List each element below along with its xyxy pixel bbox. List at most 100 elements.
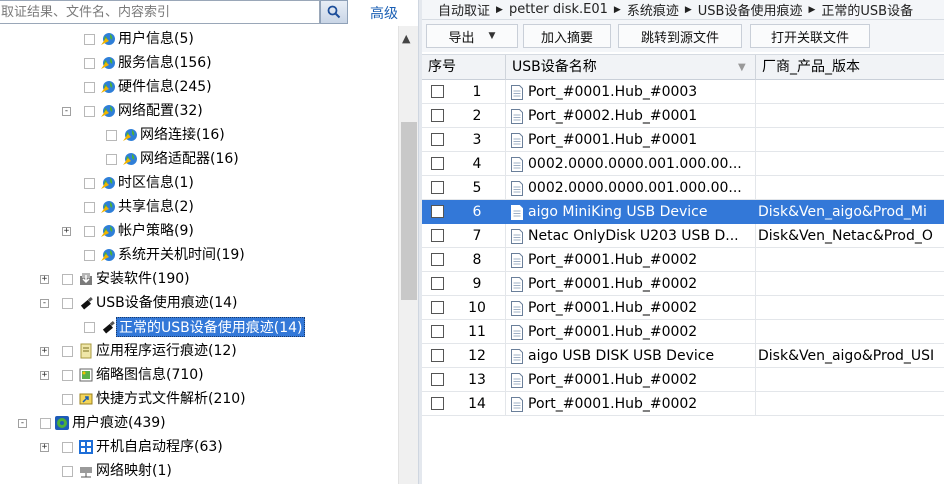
- expand-icon[interactable]: +: [40, 443, 49, 452]
- tree-checkbox[interactable]: [84, 202, 95, 213]
- tree-node[interactable]: 服务信息(156): [0, 52, 398, 74]
- open-related-file-button[interactable]: 打开关联文件: [750, 24, 870, 48]
- table-row[interactable]: 14 Port_#0001.Hub_#0002: [422, 392, 944, 416]
- search-button[interactable]: [320, 0, 348, 24]
- tree-checkbox[interactable]: [84, 226, 95, 237]
- expand-icon[interactable]: +: [40, 371, 49, 380]
- row-checkbox[interactable]: [431, 397, 444, 410]
- tree-node[interactable]: + 应用程序运行痕迹(12): [0, 340, 398, 362]
- table-row[interactable]: 1 Port_#0001.Hub_#0003: [422, 80, 944, 104]
- tree-node[interactable]: 网络适配器(16): [0, 148, 398, 170]
- tree-node[interactable]: + 缩略图信息(710): [0, 364, 398, 386]
- row-checkbox[interactable]: [431, 229, 444, 242]
- column-header-vendor[interactable]: 厂商_产品_版本: [756, 55, 944, 80]
- table-row[interactable]: 10 Port_#0001.Hub_#0002: [422, 296, 944, 320]
- tree-node[interactable]: 时区信息(1): [0, 172, 398, 194]
- tree-node[interactable]: - USB设备使用痕迹(14): [0, 292, 398, 314]
- column-header-number[interactable]: 序号: [422, 55, 506, 80]
- scrollbar-thumb[interactable]: [401, 122, 417, 300]
- table-row[interactable]: 9 Port_#0001.Hub_#0002: [422, 272, 944, 296]
- tree-node[interactable]: 系统开关机时间(19): [0, 244, 398, 266]
- table-row[interactable]: 11 Port_#0001.Hub_#0002: [422, 320, 944, 344]
- tree-node[interactable]: + 帐户策略(9): [0, 220, 398, 242]
- table-row[interactable]: 3 Port_#0001.Hub_#0001: [422, 128, 944, 152]
- tree-node[interactable]: 快捷方式文件解析(210): [0, 388, 398, 410]
- row-checkbox[interactable]: [431, 133, 444, 146]
- tree-checkbox[interactable]: [106, 154, 117, 165]
- advanced-search-link[interactable]: 高级: [370, 3, 398, 23]
- row-checkbox[interactable]: [431, 301, 444, 314]
- row-checkbox[interactable]: [431, 349, 444, 362]
- filter-icon[interactable]: ▼: [738, 55, 746, 80]
- tree-checkbox[interactable]: [62, 442, 73, 453]
- row-checkbox[interactable]: [431, 325, 444, 338]
- row-number: 11: [468, 324, 486, 340]
- table-row[interactable]: 8 Port_#0001.Hub_#0002: [422, 248, 944, 272]
- tree-checkbox[interactable]: [62, 466, 73, 477]
- tree-node-label: 时区信息(1): [118, 175, 194, 191]
- tree-node[interactable]: 网络连接(16): [0, 124, 398, 146]
- row-checkbox[interactable]: [431, 181, 444, 194]
- tree-checkbox[interactable]: [84, 34, 95, 45]
- tree-node[interactable]: 网络映射(1): [0, 460, 398, 482]
- device-name-cell: Port_#0001.Hub_#0003: [506, 80, 756, 104]
- tree-scrollbar[interactable]: ▲: [398, 26, 418, 484]
- tree-node[interactable]: + 安装软件(190): [0, 268, 398, 290]
- export-button[interactable]: 导出 ▼: [426, 24, 518, 48]
- breadcrumb-item[interactable]: USB设备使用痕迹: [692, 0, 809, 19]
- tree-node[interactable]: - 用户痕迹(439): [0, 412, 398, 434]
- row-checkbox[interactable]: [431, 109, 444, 122]
- tree-checkbox[interactable]: [62, 274, 73, 285]
- tree-checkbox[interactable]: [40, 418, 51, 429]
- tree-node[interactable]: 用户信息(5): [0, 28, 398, 50]
- tree-node[interactable]: 硬件信息(245): [0, 76, 398, 98]
- table-row[interactable]: 4 0002.0000.0000.001.000.00...: [422, 152, 944, 176]
- tree-node[interactable]: 共享信息(2): [0, 196, 398, 218]
- tree-checkbox[interactable]: [62, 370, 73, 381]
- row-checkbox[interactable]: [431, 277, 444, 290]
- column-header-device-name[interactable]: USB设备名称 ▼: [506, 55, 756, 80]
- tree-checkbox[interactable]: [62, 298, 73, 309]
- collapse-icon[interactable]: -: [62, 107, 71, 116]
- row-checkbox[interactable]: [431, 373, 444, 386]
- tree-checkbox[interactable]: [62, 346, 73, 357]
- table-row[interactable]: 6 aigo MiniKing USB Device Disk&Ven_aigo&P…: [422, 200, 944, 224]
- tree-checkbox[interactable]: [84, 106, 95, 117]
- search-input[interactable]: [0, 0, 320, 24]
- breadcrumb-item[interactable]: petter disk.E01: [503, 2, 614, 17]
- tree-node[interactable]: - 网络配置(32): [0, 100, 398, 122]
- file-icon: [511, 156, 523, 172]
- expand-icon[interactable]: +: [40, 275, 49, 284]
- table-row[interactable]: 13 Port_#0001.Hub_#0002: [422, 368, 944, 392]
- scroll-up-arrow[interactable]: ▲: [402, 32, 410, 45]
- tree-checkbox[interactable]: [84, 58, 95, 69]
- tree-checkbox[interactable]: [106, 130, 117, 141]
- table-row[interactable]: 2 Port_#0002.Hub_#0001: [422, 104, 944, 128]
- tree-checkbox[interactable]: [84, 178, 95, 189]
- tree-node[interactable]: 正常的USB设备使用痕迹(14): [0, 316, 398, 338]
- device-name-cell: Port_#0001.Hub_#0002: [506, 368, 756, 392]
- table-row[interactable]: 5 0002.0000.0000.001.000.00...: [422, 176, 944, 200]
- row-checkbox[interactable]: [431, 157, 444, 170]
- collapse-icon[interactable]: -: [40, 299, 49, 308]
- add-summary-button[interactable]: 加入摘要: [523, 24, 611, 48]
- table-row[interactable]: 7 Netac OnlyDisk U203 USB D... Disk&Ven_Ne…: [422, 224, 944, 248]
- expand-icon[interactable]: +: [62, 227, 71, 236]
- table-row[interactable]: 12 aigo USB DISK USB Device Disk&Ven_aigo&…: [422, 344, 944, 368]
- breadcrumb-item[interactable]: 自动取证: [422, 0, 496, 19]
- number-cell: 2: [422, 104, 506, 128]
- tree-checkbox[interactable]: [84, 250, 95, 261]
- device-name-cell: Port_#0001.Hub_#0002: [506, 392, 756, 416]
- row-checkbox[interactable]: [431, 253, 444, 266]
- collapse-icon[interactable]: -: [18, 419, 27, 428]
- breadcrumb-item[interactable]: 系统痕迹: [621, 0, 685, 19]
- tree-checkbox[interactable]: [62, 394, 73, 405]
- tree-checkbox[interactable]: [84, 82, 95, 93]
- row-checkbox[interactable]: [431, 85, 444, 98]
- expand-icon[interactable]: +: [40, 347, 49, 356]
- row-checkbox[interactable]: [431, 205, 444, 218]
- tree-node[interactable]: + 开机自启动程序(63): [0, 436, 398, 458]
- jump-to-source-button[interactable]: 跳转到源文件: [618, 24, 742, 48]
- tree-checkbox[interactable]: [84, 322, 95, 333]
- breadcrumb-item[interactable]: 正常的USB设备: [815, 0, 919, 19]
